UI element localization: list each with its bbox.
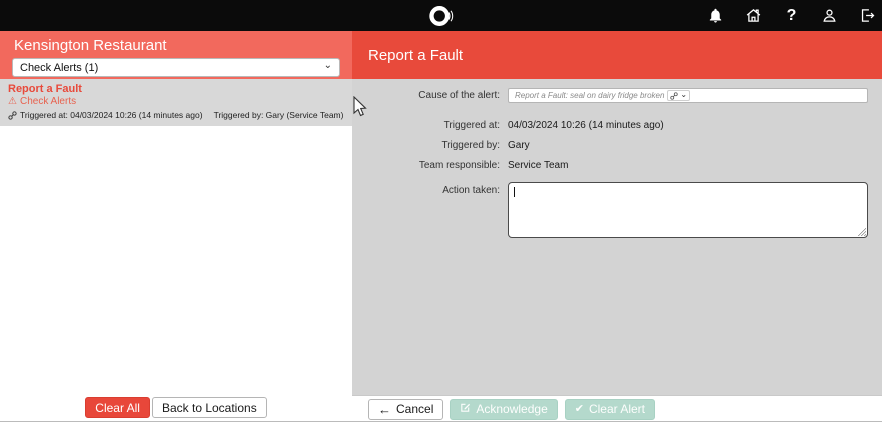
acknowledge-button[interactable]: Acknowledge — [450, 399, 557, 420]
team-responsible-label: Team responsible: — [352, 160, 508, 171]
cancel-button[interactable]: ← Cancel — [368, 399, 443, 420]
fault-form: Cause of the alert: Report a Fault: seal… — [352, 79, 882, 238]
triggered-by-row: Triggered by: Gary — [352, 140, 868, 151]
acknowledge-label: Acknowledge — [476, 402, 547, 416]
back-to-locations-button[interactable]: Back to Locations — [152, 397, 267, 418]
right-panel-footer: ← Cancel Acknowledge ✔ Clear Alert — [352, 395, 882, 422]
left-panel-header: Kensington Restaurant Check Alerts (1) ⌄ — [0, 31, 352, 79]
alert-title: Report a Fault — [8, 83, 344, 95]
app-screen: ? Kensington Restaurant Check Alerts (1)… — [0, 0, 882, 422]
triggered-at-value: 04/03/2024 10:26 (14 minutes ago) — [508, 120, 664, 131]
cause-label: Cause of the alert: — [352, 90, 508, 101]
help-glyph: ? — [787, 8, 797, 24]
chevron-down-icon: ⌄ — [324, 61, 332, 71]
resize-grip[interactable] — [858, 228, 866, 236]
clear-all-button[interactable]: Clear All — [85, 397, 150, 418]
action-taken-row: Action taken: — [352, 182, 868, 238]
logout-icon[interactable] — [859, 7, 876, 24]
topbar-icons: ? — [707, 0, 876, 31]
left-panel-footer: Clear All Back to Locations — [0, 394, 352, 421]
location-title: Kensington Restaurant — [12, 37, 340, 54]
triggered-at-label: Triggered at: — [352, 120, 508, 131]
triggered-by-value: Gary — [508, 140, 530, 151]
main-area: Kensington Restaurant Check Alerts (1) ⌄… — [0, 31, 882, 422]
fault-detail-panel: Report a Fault Cause of the alert: Repor… — [352, 31, 882, 422]
alerts-filter-select[interactable]: Check Alerts (1) ⌄ — [12, 58, 340, 77]
checkit-logo-icon — [428, 3, 454, 29]
triggered-by-label: Triggered by: — [352, 140, 508, 151]
team-responsible-value: Service Team — [508, 160, 568, 171]
home-icon[interactable] — [745, 7, 762, 24]
team-responsible-row: Team responsible: Service Team — [352, 160, 868, 171]
alert-meta-row: Triggered at: 04/03/2024 10:26 (14 minut… — [8, 110, 344, 120]
check-icon: ✔ — [575, 404, 584, 415]
arrow-left-icon: ← — [378, 403, 391, 416]
alerts-filter-value: Check Alerts (1) — [20, 62, 98, 74]
link-icon — [670, 92, 678, 100]
cause-input[interactable]: Report a Fault: seal on dairy fridge bro… — [508, 88, 868, 103]
user-icon[interactable] — [821, 7, 838, 24]
pencil-square-icon — [460, 402, 471, 416]
alerts-panel: Kensington Restaurant Check Alerts (1) ⌄… — [0, 31, 352, 422]
action-taken-label: Action taken: — [352, 182, 508, 196]
alert-subtitle: Check Alerts — [20, 96, 76, 107]
alert-triggered-by: Triggered by: Gary (Service Team) — [214, 110, 344, 120]
right-panel-header: Report a Fault — [352, 31, 882, 79]
alert-triggered-at: Triggered at: 04/03/2024 10:26 (14 minut… — [20, 110, 203, 120]
action-taken-textarea[interactable] — [508, 182, 868, 238]
cause-value: Report a Fault: seal on dairy fridge bro… — [515, 91, 664, 100]
help-icon[interactable]: ? — [783, 7, 800, 24]
page-title: Report a Fault — [368, 47, 463, 64]
chevron-down-icon: ⌄ — [680, 91, 687, 99]
cause-dropdown-control[interactable]: ⌄ — [667, 90, 690, 101]
clear-alert-label: Clear Alert — [589, 402, 645, 416]
bell-icon[interactable] — [707, 7, 724, 24]
cause-row: Cause of the alert: Report a Fault: seal… — [352, 88, 868, 103]
topbar: ? — [0, 0, 882, 31]
triggered-at-row: Triggered at: 04/03/2024 10:26 (14 minut… — [352, 120, 868, 131]
text-caret — [514, 187, 515, 197]
warning-icon: ⚠ — [8, 97, 17, 107]
alert-subtitle-row: ⚠ Check Alerts — [8, 96, 344, 107]
clear-alert-button[interactable]: ✔ Clear Alert — [565, 399, 655, 420]
alert-list-item[interactable]: Report a Fault ⚠ Check Alerts Triggered … — [0, 79, 352, 126]
link-icon — [8, 111, 17, 120]
cancel-label: Cancel — [396, 402, 433, 416]
